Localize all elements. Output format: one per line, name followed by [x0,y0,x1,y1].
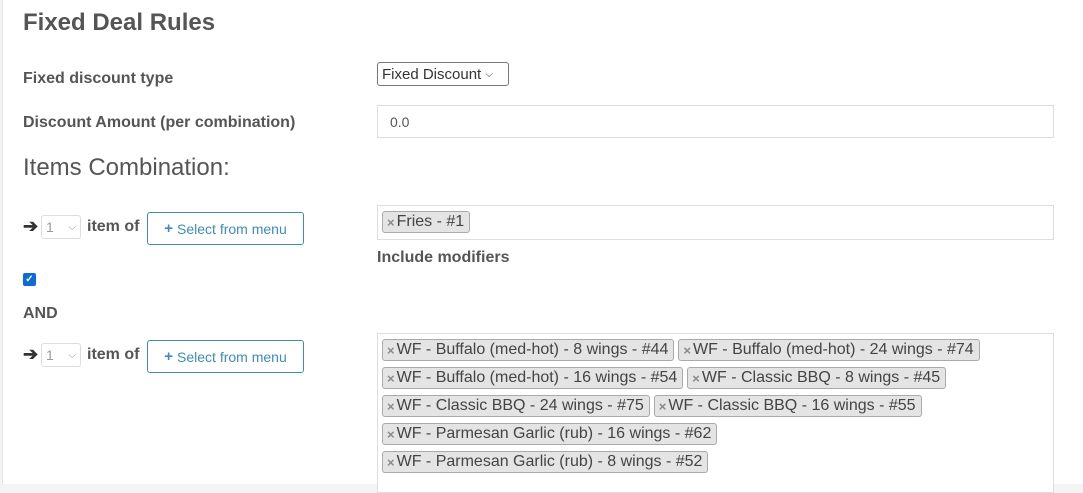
selected-item-label: WF - Buffalo (med-hot) - 8 wings - #44 [396,341,669,358]
selected-item-tag: × WF - Classic BBQ - 24 wings - #75 [382,395,650,417]
selected-items-box[interactable]: × Fries - #1 [377,205,1054,240]
select-from-menu-label: Select from menu [177,348,287,365]
discount-type-select[interactable]: Fixed Discount ⌵ [377,62,509,86]
arrow-right-icon: ➔ [23,216,39,236]
selected-item-tag: × Fries - #1 [382,211,471,233]
select-from-menu-button[interactable]: + Select from menu [147,340,304,373]
fixed-deal-rules-panel: Fixed Deal Rules Fixed discount type Fix… [2,0,1083,493]
item-of-label: item of [87,218,140,235]
chevron-down-icon: ⌵ [68,349,76,361]
selected-item-tag: × WF - Buffalo (med-hot) - 24 wings - #7… [678,339,980,361]
discount-amount-label: Discount Amount (per combination) [23,114,296,131]
selected-item-label: WF - Classic BBQ - 16 wings - #55 [668,397,916,414]
remove-tag-icon[interactable]: × [683,343,691,358]
include-modifiers-label: Include modifiers [377,249,510,266]
selected-item-label: WF - Classic BBQ - 24 wings - #75 [396,397,644,414]
discount-amount-value: 0.0 [390,113,410,130]
chevron-down-icon: ⌵ [485,68,493,80]
quantity-value: 1 [46,219,54,235]
quantity-value: 1 [46,347,54,363]
selected-item-tag: × WF - Classic BBQ - 8 wings - #45 [687,367,947,389]
remove-tag-icon[interactable]: × [387,343,395,358]
selected-item-tag: × WF - Classic BBQ - 16 wings - #55 [653,395,922,417]
item-of-label: item of [87,346,140,363]
selected-items-box[interactable]: × WF - Buffalo (med-hot) - 8 wings - #44… [377,333,1054,493]
page-title: Fixed Deal Rules [23,9,216,36]
quantity-select[interactable]: 1 ⌵ [41,343,81,367]
discount-type-label: Fixed discount type [23,70,174,87]
and-label: AND [23,305,58,322]
selected-item-label: WF - Buffalo (med-hot) - 16 wings - #54 [396,369,678,386]
items-combination-heading: Items Combination: [23,154,230,181]
select-from-menu-button[interactable]: + Select from menu [147,212,304,245]
selected-item-label: WF - Parmesan Garlic (rub) - 16 wings - … [396,425,712,442]
selected-item-label: WF - Buffalo (med-hot) - 24 wings - #74 [692,341,974,358]
chevron-down-icon: ⌵ [68,221,76,233]
remove-tag-icon[interactable]: × [387,455,395,470]
selected-item-tag: × WF - Buffalo (med-hot) - 8 wings - #44 [382,339,675,361]
selected-item-label: WF - Parmesan Garlic (rub) - 8 wings - #… [396,453,703,470]
selected-item-tag: × WF - Buffalo (med-hot) - 16 wings - #5… [382,367,684,389]
remove-tag-icon[interactable]: × [387,371,395,386]
remove-tag-icon[interactable]: × [387,399,395,414]
include-modifiers-checkbox[interactable]: ✓ [23,273,36,286]
plus-icon: + [164,348,174,365]
selected-item-tag: × WF - Parmesan Garlic (rub) - 16 wings … [382,423,718,445]
remove-tag-icon[interactable]: × [387,427,395,442]
remove-tag-icon[interactable]: × [692,371,700,386]
discount-type-value: Fixed Discount [382,65,482,83]
arrow-right-icon: ➔ [23,344,39,364]
discount-amount-input[interactable]: 0.0 [377,105,1054,138]
selected-item-tag: × WF - Parmesan Garlic (rub) - 8 wings -… [382,451,709,473]
selected-item-label: WF - Classic BBQ - 8 wings - #45 [701,369,941,386]
remove-tag-icon[interactable]: × [659,399,667,414]
checkmark-icon: ✓ [25,273,34,285]
select-from-menu-label: Select from menu [177,220,287,237]
remove-tag-icon[interactable]: × [387,215,395,230]
plus-icon: + [164,220,174,237]
quantity-select[interactable]: 1 ⌵ [41,215,81,239]
selected-item-label: Fries - #1 [396,213,465,230]
